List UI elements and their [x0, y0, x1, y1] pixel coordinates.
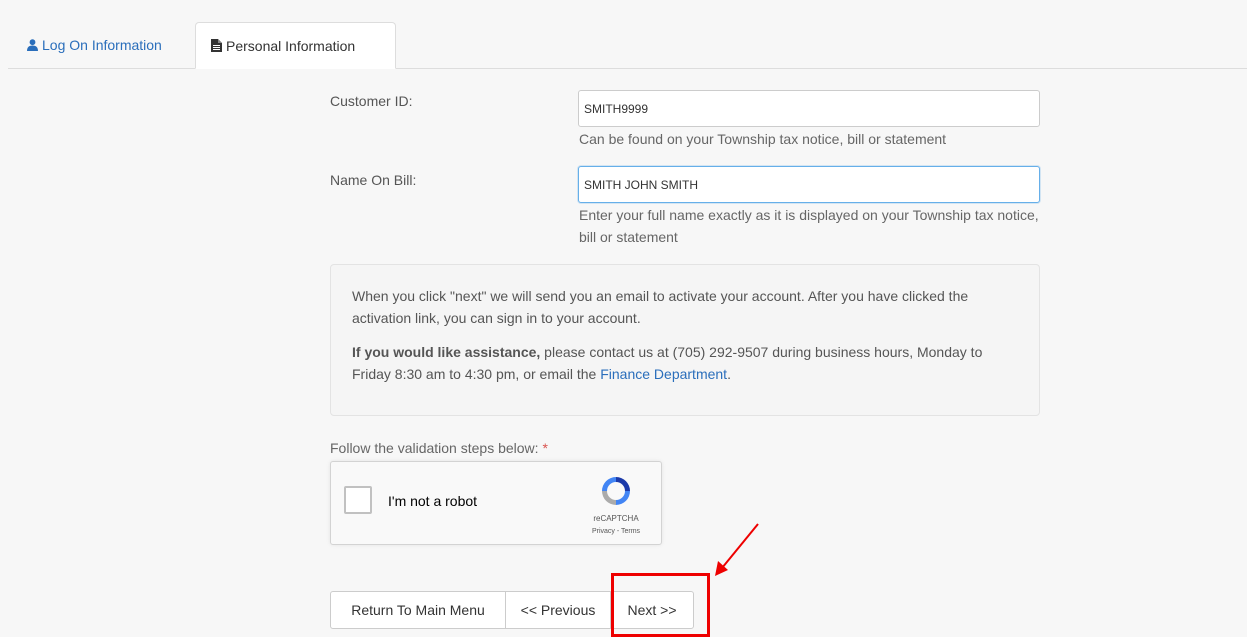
name-on-bill-label: Name On Bill:: [330, 172, 417, 188]
customer-id-input[interactable]: SMITH9999: [578, 90, 1040, 127]
name-on-bill-input[interactable]: SMITH JOHN SMITH: [578, 166, 1040, 203]
document-icon: [211, 39, 222, 52]
tab-bar: Log On Information Personal Information: [8, 22, 1247, 69]
recaptcha-brand: reCAPTCHA: [593, 514, 639, 523]
validation-label: Follow the validation steps below: *: [330, 440, 548, 456]
info-panel: When you click "next" we will send you a…: [330, 264, 1040, 416]
tab-personal-information[interactable]: Personal Information: [195, 22, 396, 69]
finance-department-link[interactable]: Finance Department: [600, 366, 727, 382]
validation-text: Follow the validation steps below:: [330, 440, 539, 456]
tab-label: Log On Information: [42, 37, 162, 53]
assistance-bold: If you would like assistance,: [352, 344, 541, 360]
customer-id-label: Customer ID:: [330, 93, 413, 109]
tab-log-on-information[interactable]: Log On Information: [8, 22, 186, 68]
annotation-highlight-box: [611, 573, 710, 637]
customer-id-help: Can be found on your Township tax notice…: [579, 131, 947, 147]
recaptcha-label: I'm not a robot: [388, 493, 478, 509]
return-to-main-menu-button[interactable]: Return To Main Menu: [330, 591, 506, 629]
activation-info: When you click "next" we will send you a…: [352, 288, 969, 326]
user-icon: [27, 39, 38, 51]
tab-label: Personal Information: [226, 37, 356, 54]
assistance-end: .: [727, 366, 731, 382]
name-on-bill-help: Enter your full name exactly as it is di…: [579, 207, 1039, 245]
recaptcha-terms[interactable]: Privacy - Terms: [581, 528, 651, 535]
previous-button[interactable]: << Previous: [505, 591, 611, 629]
required-mark: *: [542, 440, 548, 456]
assistance-info: If you would like assistance, please con…: [352, 341, 1019, 385]
recaptcha-checkbox[interactable]: [344, 486, 372, 514]
recaptcha-logo-icon: [599, 474, 633, 511]
recaptcha-widget: I'm not a robot reCAPTCHA Privacy - Term…: [330, 461, 662, 545]
